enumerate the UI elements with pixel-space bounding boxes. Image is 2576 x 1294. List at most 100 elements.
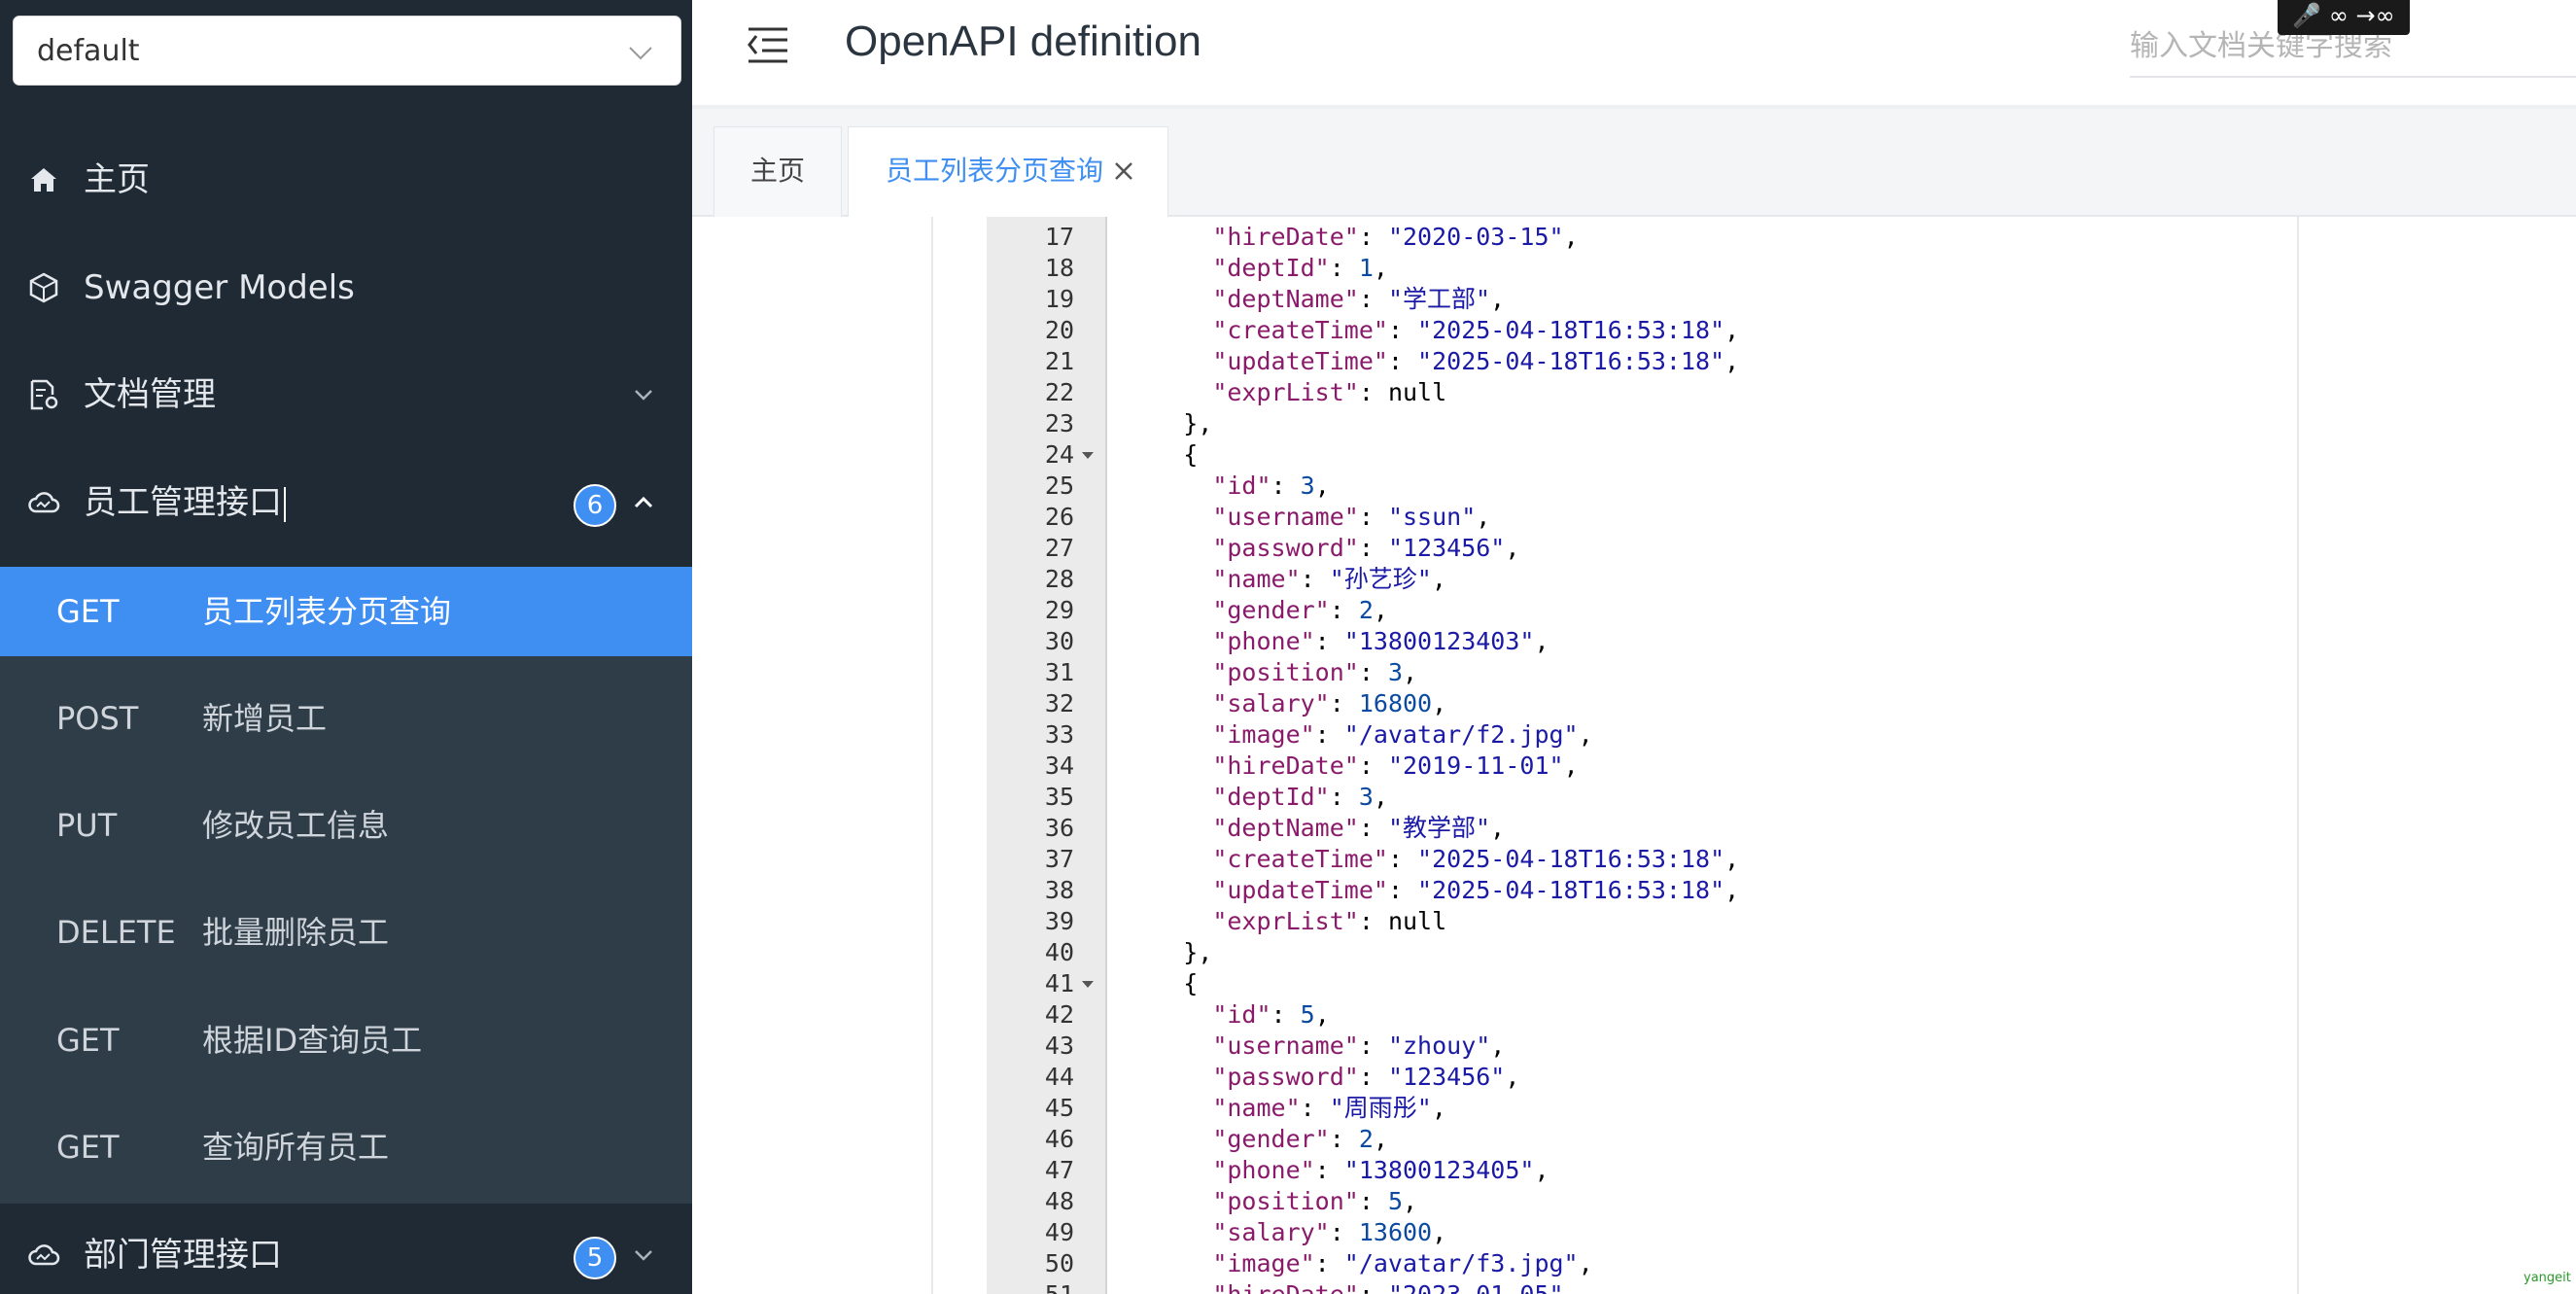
- code-line: 24 {: [987, 439, 2297, 471]
- screen-recorder-overlay: 🎤 ∞ →∞: [2278, 0, 2410, 35]
- line-number: 36: [1044, 814, 1074, 842]
- line-number: 45: [1044, 1094, 1074, 1122]
- line-number: 19: [1044, 285, 1074, 313]
- group-select[interactable]: default: [13, 16, 681, 86]
- code-text: "hireDate": "2020-03-15",: [1212, 223, 1579, 251]
- endpoint-title: 员工列表分页查询: [202, 593, 452, 630]
- code-line: 34 "hireDate": "2019-11-01",: [987, 751, 2297, 782]
- endpoint-title: 批量删除员工: [202, 914, 390, 951]
- line-number: 46: [1044, 1125, 1074, 1153]
- code-line: 37 "createTime": "2025-04-18T16:53:18",: [987, 844, 2297, 875]
- cloud-icon: [28, 1244, 60, 1266]
- line-number: 26: [1044, 503, 1074, 531]
- chevron-down-icon: [635, 390, 652, 401]
- line-number: 21: [1044, 347, 1074, 375]
- line-number: 48: [1044, 1187, 1074, 1215]
- endpoint-count-badge: 6: [574, 484, 616, 527]
- line-number: 22: [1044, 378, 1074, 406]
- line-number: 49: [1044, 1218, 1074, 1246]
- code-line: 27 "password": "123456",: [987, 533, 2297, 564]
- code-text: "image": "/avatar/f2.jpg",: [1212, 720, 1593, 749]
- code-lines: 17 "hireDate": "2020-03-15", 18 "deptId":…: [987, 222, 2297, 1294]
- code-text: "image": "/avatar/f3.jpg",: [1212, 1249, 1593, 1277]
- fold-arrow-icon[interactable]: [1082, 452, 1094, 459]
- code-line: 20 "createTime": "2025-04-18T16:53:18",: [987, 315, 2297, 346]
- nav-item-label: 主页: [84, 160, 150, 199]
- line-number: 38: [1044, 876, 1074, 904]
- code-line: 35 "deptId": 3,: [987, 782, 2297, 813]
- tab-home[interactable]: 主页: [714, 126, 842, 217]
- code-text: "name": "孙艺珍",: [1212, 565, 1446, 593]
- nav-item-home[interactable]: 主页: [0, 126, 692, 233]
- code-text: "createTime": "2025-04-18T16:53:18",: [1212, 845, 1740, 873]
- endpoint-item[interactable]: GET 根据ID查询员工: [0, 996, 692, 1085]
- code-text: "username": "ssun",: [1212, 503, 1491, 531]
- chevron-down-icon: [635, 1250, 652, 1261]
- line-number: 30: [1044, 627, 1074, 655]
- line-number: 24: [1044, 440, 1074, 469]
- menu-fold-icon[interactable]: [747, 23, 789, 66]
- code-line: 25 "id": 3,: [987, 471, 2297, 502]
- endpoint-title: 根据ID查询员工: [202, 1022, 423, 1059]
- nav-item-swagger-models[interactable]: Swagger Models: [0, 234, 692, 341]
- card-border: [931, 217, 933, 1294]
- code-text: "deptId": 3,: [1212, 783, 1388, 811]
- tab-label: 员工列表分页查询: [886, 155, 1104, 187]
- tab-bar: 主页 员工列表分页查询: [692, 109, 2576, 217]
- code-text: "id": 5,: [1212, 1000, 1330, 1029]
- line-number: 42: [1044, 1000, 1074, 1029]
- http-method: GET: [56, 593, 120, 630]
- code-line: 29 "gender": 2,: [987, 595, 2297, 626]
- http-method: GET: [56, 1129, 120, 1166]
- code-line: 50 "image": "/avatar/f3.jpg",: [987, 1248, 2297, 1279]
- line-number: 23: [1044, 409, 1074, 437]
- endpoint-item[interactable]: GET 查询所有员工: [0, 1102, 692, 1192]
- nav-item-docs[interactable]: 文档管理: [0, 341, 692, 448]
- endpoint-item[interactable]: DELETE 批量删除员工: [0, 888, 692, 977]
- code-text: "salary": 16800,: [1212, 689, 1447, 717]
- endpoint-item[interactable]: POST 新增员工: [0, 674, 692, 763]
- response-code-editor[interactable]: 17 "hireDate": "2020-03-15", 18 "deptId":…: [987, 217, 2297, 1294]
- chevron-up-icon: [634, 496, 653, 508]
- code-text: "updateTime": "2025-04-18T16:53:18",: [1212, 347, 1740, 375]
- code-text: "phone": "13800123405",: [1212, 1156, 1549, 1184]
- code-text: "deptName": "学工部",: [1212, 285, 1506, 313]
- line-number: 27: [1044, 534, 1074, 562]
- close-icon[interactable]: [1113, 160, 1134, 182]
- nav-item-department-api[interactable]: 部门管理接口 5: [0, 1202, 692, 1294]
- tab-employee-page-query[interactable]: 员工列表分页查询: [848, 126, 1168, 217]
- endpoint-list: GET 员工列表分页查询 POST 新增员工 PUT 修改员工信息 DELETE…: [0, 567, 692, 1204]
- endpoint-title: 查询所有员工: [202, 1129, 390, 1166]
- endpoint-item[interactable]: GET 员工列表分页查询: [0, 567, 692, 656]
- code-text: },: [1183, 938, 1213, 966]
- code-text: "hireDate": "2023-01-05",: [1125, 1279, 1578, 1294]
- code-line: 49 "salary": 13600,: [987, 1217, 2297, 1248]
- code-line: 47 "phone": "13800123405",: [987, 1155, 2297, 1186]
- code-line: 48 "position": 5,: [987, 1186, 2297, 1217]
- endpoint-title: 新增员工: [202, 700, 328, 737]
- code-text: "password": "123456",: [1212, 534, 1520, 562]
- nav-item-employee-api[interactable]: 员工管理接口 6: [0, 449, 692, 556]
- code-line: 42 "id": 5,: [987, 999, 2297, 1031]
- code-line: 39 "exprList": null: [987, 906, 2297, 937]
- line-number: 47: [1044, 1156, 1074, 1184]
- line-number: 33: [1044, 720, 1074, 749]
- code-text: "createTime": "2025-04-18T16:53:18",: [1212, 316, 1740, 344]
- code-text: },: [1183, 409, 1213, 437]
- code-text: "exprList": null: [1212, 378, 1447, 406]
- http-method: PUT: [56, 807, 118, 844]
- fold-arrow-icon[interactable]: [1082, 981, 1094, 988]
- code-line: 46 "gender": 2,: [987, 1124, 2297, 1155]
- code-line: 33 "image": "/avatar/f2.jpg",: [987, 719, 2297, 751]
- sidebar: default 主页 Swagger Models 文档管理 员工管理接口 6 …: [0, 0, 692, 1294]
- code-text: "phone": "13800123403",: [1212, 627, 1549, 655]
- endpoint-item[interactable]: PUT 修改员工信息: [0, 781, 692, 870]
- nav-item-label: 员工管理接口: [84, 449, 286, 556]
- code-text: "hireDate": "2019-11-01",: [1212, 752, 1579, 780]
- code-line: 43 "username": "zhouy",: [987, 1031, 2297, 1062]
- text-cursor: [284, 486, 286, 522]
- code-line: 40 },: [987, 937, 2297, 968]
- line-number: 18: [1044, 254, 1074, 282]
- document-settings-icon: [30, 379, 58, 410]
- line-number: 37: [1044, 845, 1074, 873]
